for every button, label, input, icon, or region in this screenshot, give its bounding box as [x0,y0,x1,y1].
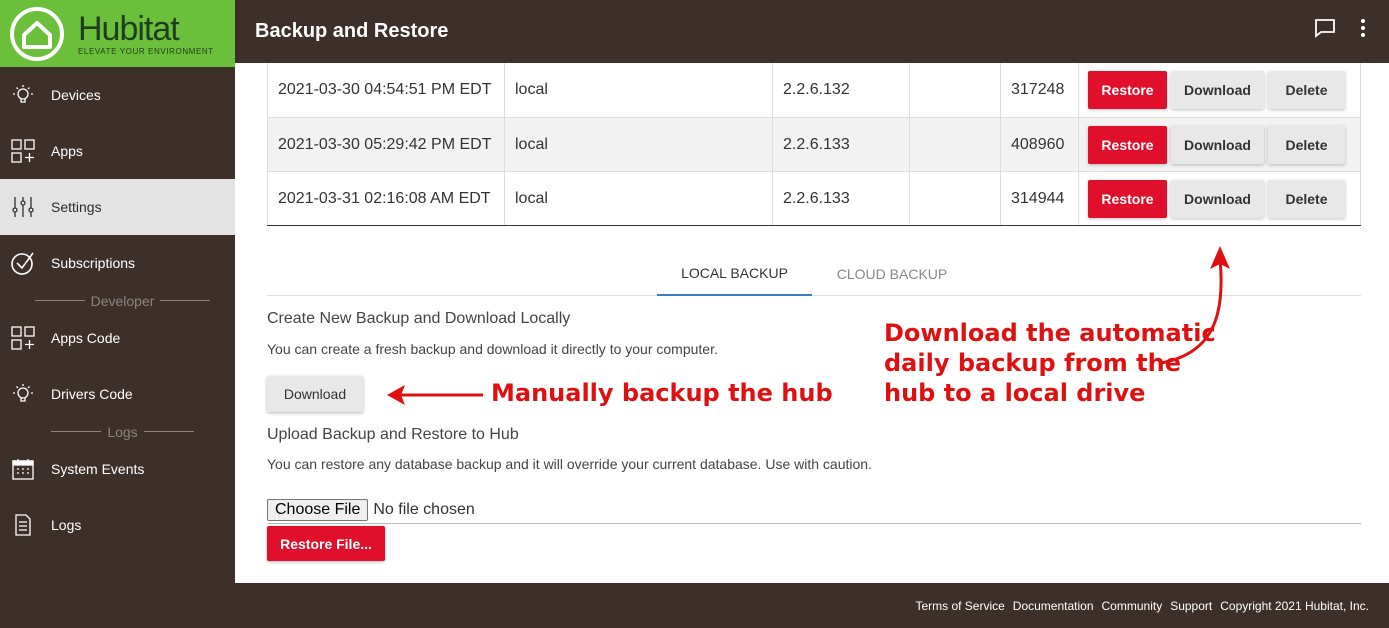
apps-grid-icon [10,325,36,351]
brand-tagline: ELEVATE YOUR ENVIRONMENT [78,46,214,56]
footer-link-support[interactable]: Support [1170,599,1212,613]
annotation-auto-line3: hub to a local drive [884,379,1146,407]
sidebar-item-apps[interactable]: Apps [0,123,235,179]
top-header: Backup and Restore [235,0,1389,63]
feedback-chat-icon[interactable] [1313,16,1337,40]
sidebar-item-logs[interactable]: Logs [0,497,235,553]
lightbulb-icon [10,82,36,108]
sidebar-item-devices[interactable]: Devices [0,67,235,123]
footer-link-documentation[interactable]: Documentation [1013,599,1094,613]
sidebar-item-label: Apps [51,143,83,159]
hubitat-logo[interactable]: Hubitat ELEVATE YOUR ENVIRONMENT [0,0,235,67]
calendar-icon [10,456,36,482]
annotation-arrows [387,246,1230,405]
developer-section-label: Developer [0,291,235,310]
logs-section-label: Logs [0,422,235,441]
annotation-auto-line2: daily backup from the [884,349,1181,377]
sidebar-item-label: Drivers Code [51,386,133,402]
check-circle-icon [10,250,36,276]
page-title: Backup and Restore [255,20,449,42]
main-content: 2021-03-30 04:54:51 PM EDT local 2.2.6.1… [235,63,1389,583]
house-logo-icon [10,6,72,61]
document-icon [10,512,36,538]
sidebar-item-drivers-code[interactable]: Drivers Code [0,366,235,422]
sidebar-item-label: Subscriptions [51,255,136,271]
more-vert-icon[interactable] [1351,16,1375,40]
lightbulb-icon [10,381,36,407]
footer-link-terms[interactable]: Terms of Service [915,599,1004,613]
sidebar-item-apps-code[interactable]: Apps Code [0,310,235,366]
apps-grid-icon [10,138,36,164]
sidebar-item-label: Devices [51,87,101,103]
footer: Terms of Service Documentation Community… [235,583,1389,628]
sidebar-item-subscriptions[interactable]: Subscriptions [0,235,235,291]
sidebar: Hubitat ELEVATE YOUR ENVIRONMENT Devices… [0,0,235,628]
footer-link-community[interactable]: Community [1102,599,1163,613]
sidebar-item-label: Apps Code [51,330,121,346]
sidebar-item-system-events[interactable]: System Events [0,441,235,497]
sidebar-item-label: System Events [51,461,145,477]
sidebar-item-label: Settings [51,199,102,215]
annotation-manual: Manually backup the hub [491,379,833,407]
sidebar-item-settings[interactable]: Settings [0,179,235,235]
brand-name: Hubitat [78,9,180,48]
sliders-icon [10,194,36,220]
sidebar-item-label: Logs [51,517,82,533]
annotation-auto-line1: Download the automatic [884,319,1216,347]
footer-copyright: Copyright 2021 Hubitat, Inc. [1220,598,1369,613]
